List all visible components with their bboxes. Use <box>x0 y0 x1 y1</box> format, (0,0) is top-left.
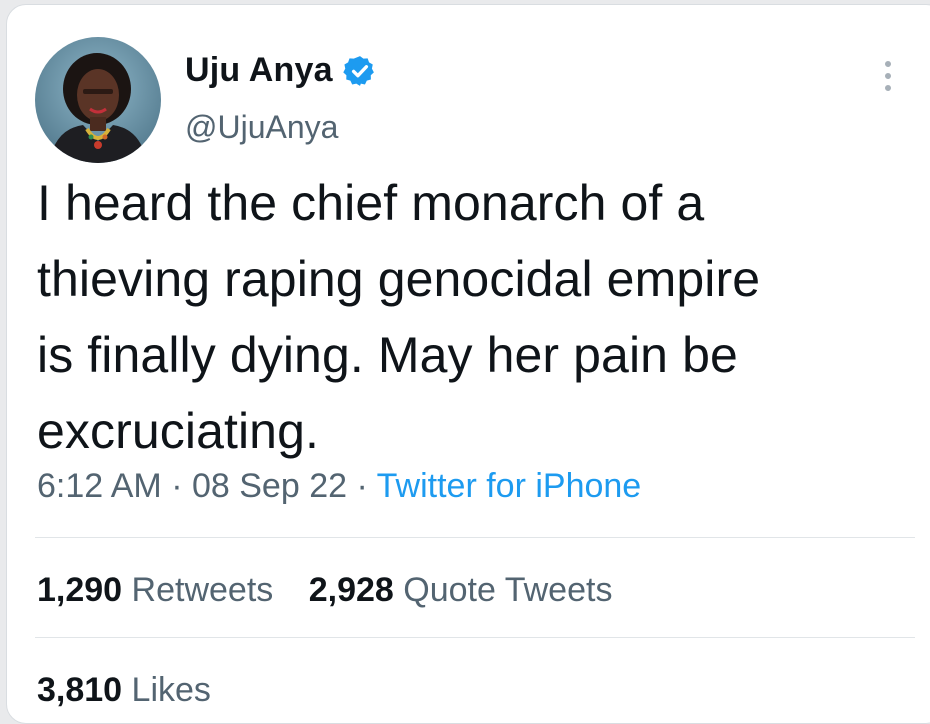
tweet-text-line: excruciating. <box>37 403 319 459</box>
tweet-text: I heard the chief monarch of a thieving … <box>37 165 897 469</box>
retweets-stat[interactable]: 1,290 Retweets <box>37 571 273 609</box>
meta-separator: · <box>356 467 368 505</box>
likes-label: Likes <box>131 671 211 709</box>
author-handle[interactable]: @UjuAnya <box>185 109 338 146</box>
tweet-card: Uju Anya @UjuAnya I heard the chief mona… <box>6 4 930 724</box>
engagement-stats: 1,290 Retweets 2,928 Quote Tweets <box>37 571 638 610</box>
author-name-row[interactable]: Uju Anya <box>185 51 377 90</box>
divider <box>35 637 915 638</box>
more-options-icon[interactable] <box>883 59 893 93</box>
tweet-text-line: I heard the chief monarch of a <box>37 175 705 231</box>
tweet-source-link[interactable]: Twitter for iPhone <box>377 467 642 505</box>
profile-photo-avatar <box>35 37 161 163</box>
verified-badge-icon <box>342 54 377 88</box>
likes-count: 3,810 <box>37 671 123 709</box>
quote-tweets-label: Quote Tweets <box>403 571 613 609</box>
author-name[interactable]: Uju Anya <box>185 51 333 90</box>
divider <box>35 537 915 538</box>
likes-stat[interactable]: 3,810 Likes <box>37 671 211 710</box>
tweet-metadata: 6:12 AM · 08 Sep 22 · Twitter for iPhone <box>37 467 641 506</box>
retweets-count: 1,290 <box>37 571 123 609</box>
retweets-label: Retweets <box>131 571 274 609</box>
tweet-time[interactable]: 6:12 AM <box>37 467 162 505</box>
avatar[interactable] <box>35 37 161 163</box>
tweet-text-line: is finally dying. May her pain be <box>37 327 738 383</box>
meta-separator: · <box>171 467 183 505</box>
tweet-date[interactable]: 08 Sep 22 <box>192 467 347 505</box>
quote-tweets-count: 2,928 <box>308 571 394 609</box>
tweet-text-line: thieving raping genocidal empire <box>37 251 761 307</box>
quote-tweets-stat[interactable]: 2,928 Quote Tweets <box>309 571 613 609</box>
